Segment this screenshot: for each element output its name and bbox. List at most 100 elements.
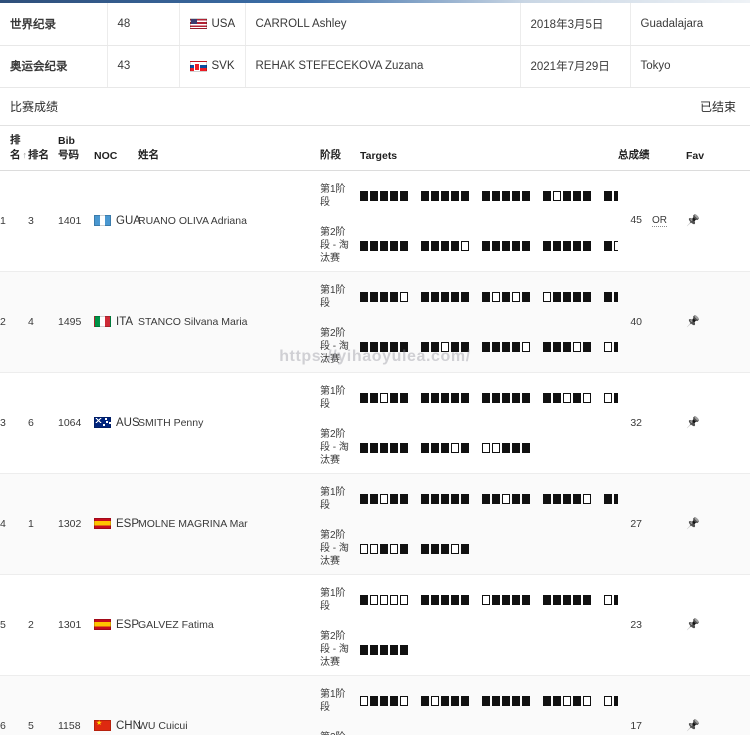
target-hit-marker (563, 493, 571, 504)
target-group (482, 594, 530, 605)
record-noc: SVK (179, 45, 246, 88)
target-hit-marker (543, 695, 551, 706)
cell-noc: ESP (94, 574, 139, 676)
target-hit-marker (451, 392, 459, 403)
stage-2-label: 第2阶段 - 淘汰赛 (320, 631, 349, 668)
target-hit-marker (522, 442, 530, 453)
target-hit-marker (604, 240, 612, 251)
stage-2-label: 第2阶段 - 淘汰赛 (320, 731, 354, 735)
cell-noc: CHN (94, 675, 141, 735)
column-header-total[interactable]: 总成绩 (618, 125, 686, 171)
table-row[interactable]: 3 6 1064 AUS SMITH Penny 第1阶段 第2阶段 - 淘汰赛 32 📌 (0, 372, 750, 474)
target-hit-marker (390, 442, 398, 453)
target-group (421, 190, 469, 201)
cell-athlete-name: GALVEZ Fatima (138, 574, 320, 676)
status-badge: 已结束 (699, 99, 736, 114)
target-hit-marker (400, 493, 408, 504)
target-miss-marker (451, 543, 459, 554)
target-hit-marker (492, 392, 500, 403)
flag-esp-icon (94, 619, 111, 630)
cell-noc: ITA (94, 271, 138, 373)
stage-1-label: 第1阶段 (320, 284, 346, 309)
target-hit-marker (441, 493, 449, 504)
target-miss-marker (573, 341, 581, 352)
target-hit-marker (543, 594, 551, 605)
record-date: 2021年7月29日 (520, 45, 631, 88)
cell-stage: 第1阶段第2阶段 - 淘汰赛 (320, 372, 360, 474)
target-hit-marker (360, 341, 368, 352)
target-hit-marker (370, 493, 378, 504)
target-hit-marker (553, 493, 561, 504)
target-hit-marker (370, 392, 378, 403)
target-hit-marker (512, 341, 520, 352)
target-hit-marker (563, 291, 571, 302)
target-hit-marker (573, 392, 581, 403)
pin-icon[interactable]: 📌 (686, 720, 700, 732)
target-hit-marker (400, 240, 408, 251)
cell-fav: 📌 (686, 271, 750, 373)
target-miss-marker (370, 594, 378, 605)
column-header-rank[interactable]: 排名 (28, 125, 58, 171)
pin-icon[interactable]: 📌 (686, 215, 700, 227)
target-hit-marker (400, 392, 408, 403)
cell-fav: 📌 (686, 372, 750, 474)
pin-icon[interactable]: 📌 (686, 316, 700, 328)
target-hit-marker (390, 392, 398, 403)
target-group (543, 392, 591, 403)
total-score-value: 45 (630, 214, 642, 226)
results-section-header: 比赛成绩 已结束 (0, 87, 750, 126)
target-group (543, 190, 591, 201)
target-hit-marker (431, 341, 439, 352)
target-miss-marker (400, 291, 408, 302)
table-row[interactable]: 2 4 1495 ITA STANCO Silvana Maria 第1阶段 第2阶段 - … (0, 271, 750, 373)
record-noc: USA (179, 3, 246, 46)
target-hit-marker (482, 392, 490, 403)
target-hit-marker (370, 644, 378, 655)
record-label: 奥运会纪录 (0, 45, 108, 88)
total-score-value: 32 (630, 416, 642, 429)
pin-icon[interactable]: 📌 (686, 619, 700, 631)
target-hit-marker (360, 644, 368, 655)
table-row[interactable]: 4 1 1302 ESP MOLNE MAGRINA Mar 第1阶段 第2阶段 - 淘汰赛… (0, 473, 750, 575)
target-group-row (360, 524, 618, 574)
target-hit-marker (380, 240, 388, 251)
flag-gua-icon (94, 215, 111, 226)
target-hit-marker (604, 190, 612, 201)
table-row[interactable]: 5 2 1301 ESP GALVEZ Fatima 第1阶段 第2阶段 - 淘汰赛 23 📌 (0, 574, 750, 676)
cell-targets (360, 271, 652, 373)
olympic-record-badge: OR (652, 215, 667, 227)
total-score-value: 17 (630, 719, 642, 732)
target-hit-marker (400, 190, 408, 201)
target-hit-marker (543, 190, 551, 201)
target-hit-marker (431, 543, 439, 554)
column-header-name[interactable]: 姓名 (138, 125, 320, 171)
target-hit-marker (492, 493, 500, 504)
target-hit-marker (421, 442, 429, 453)
target-hit-marker (421, 543, 429, 554)
target-miss-marker (370, 543, 378, 554)
target-hit-marker (451, 190, 459, 201)
pin-icon[interactable]: 📌 (686, 417, 700, 429)
target-group (421, 493, 469, 504)
column-header-bib[interactable]: Bib 号码 (58, 125, 94, 171)
target-hit-marker (421, 594, 429, 605)
flag-usa-icon (189, 18, 207, 30)
cell-athlete-name: WU Cuicui (138, 675, 320, 735)
table-row[interactable]: 1 3 1401 GUA RUANO OLIVA Adriana 第1阶段 第2阶段 - 淘… (0, 170, 750, 272)
target-group (360, 644, 408, 655)
cell-fav: 📌 (686, 170, 750, 272)
target-miss-marker (492, 291, 500, 302)
column-header-rank-sorted[interactable]: 排名 ↑ (0, 125, 28, 171)
target-hit-marker (461, 392, 469, 403)
table-row[interactable]: 651158CHNWU Cuicui第1阶段第2阶段 - 淘汰赛 17 📌 (0, 675, 750, 735)
target-hit-marker (583, 190, 591, 201)
page-root: 世界纪录 48 USA CARROLL Ashley 2018年3月5日 Gua… (0, 0, 750, 735)
target-hit-marker (451, 291, 459, 302)
target-group (482, 695, 530, 706)
target-group-row (360, 474, 652, 524)
target-hit-marker (502, 442, 510, 453)
pin-icon[interactable]: 📌 (686, 518, 700, 530)
target-miss-marker (461, 240, 469, 251)
cell-seed-rank: 6 (28, 372, 58, 474)
column-header-noc[interactable]: NOC (94, 125, 138, 171)
